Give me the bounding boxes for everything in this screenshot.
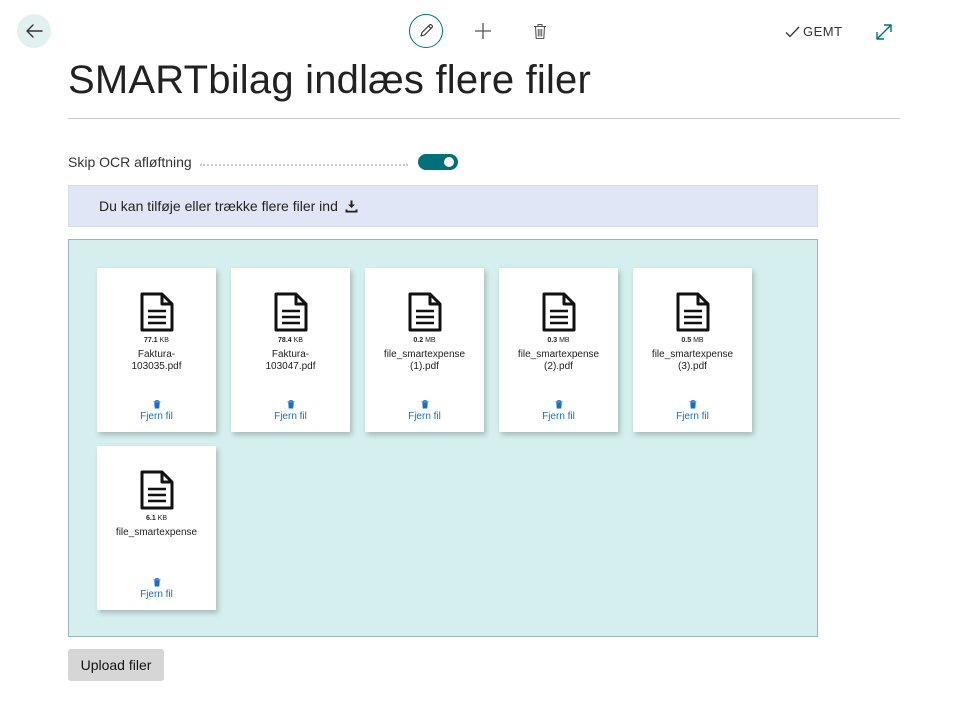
file-card: 0.5 MB file_smartexpense (3).pdf Fjern fi… [633, 268, 752, 432]
expand-icon [876, 24, 892, 40]
skip-ocr-field: Skip OCR afløftning [68, 152, 458, 172]
toggle-knob [444, 157, 454, 167]
pencil-icon [420, 24, 433, 37]
trash-icon [689, 400, 696, 409]
document-icon [408, 292, 441, 332]
file-card: 78.4 KB Faktura- 103047.pdf Fjern fil [231, 268, 350, 432]
delete-button[interactable] [523, 14, 557, 48]
trash-icon [153, 400, 160, 409]
file-card: 6.1 KB file_smartexpense Fjern fil [97, 446, 216, 610]
remove-file-button[interactable]: Fjern fil [365, 400, 484, 422]
file-size: 0.5 MB [681, 337, 704, 344]
arrow-left-icon [26, 24, 43, 38]
file-name: file_smartexpense (2).pdf [517, 349, 600, 372]
saved-label: GEMT [803, 24, 843, 39]
upload-files-button[interactable]: Upload filer [68, 649, 164, 681]
back-button[interactable] [17, 14, 51, 48]
file-name: Faktura- 103035.pdf [131, 349, 182, 372]
plus-icon [475, 23, 491, 39]
saved-status: GEMT [785, 24, 843, 39]
file-name: file_smartexpense (1).pdf [383, 349, 466, 372]
file-name: Faktura- 103047.pdf [265, 349, 316, 372]
document-icon [676, 292, 709, 332]
remove-file-button[interactable]: Fjern fil [97, 578, 216, 600]
trash-icon [555, 400, 562, 409]
file-size: 0.3 MB [547, 337, 570, 344]
trash-icon [153, 578, 160, 587]
field-leader-dots [199, 164, 408, 166]
file-drop-zone[interactable]: 77.1 KB Faktura- 103035.pdf Fjern fil 78.… [68, 239, 818, 637]
document-icon [542, 292, 575, 332]
action-toolbar [409, 14, 557, 48]
document-icon [140, 292, 173, 332]
file-size: 0.2 MB [413, 337, 436, 344]
checkmark-icon [785, 26, 800, 37]
file-name: file_smartexpense [115, 527, 198, 538]
remove-file-button[interactable]: Fjern fil [231, 400, 350, 422]
remove-file-button[interactable]: Fjern fil [97, 400, 216, 422]
trash-icon [421, 400, 428, 409]
drop-instructions: Du kan tilføje eller trække flere filer … [68, 185, 818, 227]
title-divider [68, 118, 900, 119]
skip-ocr-label: Skip OCR afløftning [68, 154, 192, 170]
drop-instructions-text: Du kan tilføje eller trække flere filer … [99, 198, 338, 214]
document-icon [274, 292, 307, 332]
remove-file-button[interactable]: Fjern fil [499, 400, 618, 422]
file-name: file_smartexpense (3).pdf [651, 349, 734, 372]
page-title: SMARTbilag indlæs flere filer [68, 58, 592, 102]
file-size: 6.1 KB [145, 515, 168, 522]
file-card: 0.3 MB file_smartexpense (2).pdf Fjern fi… [499, 268, 618, 432]
trash-icon [534, 23, 546, 39]
download-icon [345, 200, 358, 212]
remove-file-button[interactable]: Fjern fil [633, 400, 752, 422]
expand-button[interactable] [873, 21, 895, 43]
file-card: 77.1 KB Faktura- 103035.pdf Fjern fil [97, 268, 216, 432]
trash-icon [287, 400, 294, 409]
file-size: 77.1 KB [144, 337, 169, 344]
document-icon [140, 470, 173, 510]
file-card: 0.2 MB file_smartexpense (1).pdf Fjern fi… [365, 268, 484, 432]
file-size: 78.4 KB [278, 337, 303, 344]
edit-button[interactable] [409, 14, 443, 48]
skip-ocr-toggle[interactable] [418, 154, 458, 170]
add-button[interactable] [466, 14, 500, 48]
